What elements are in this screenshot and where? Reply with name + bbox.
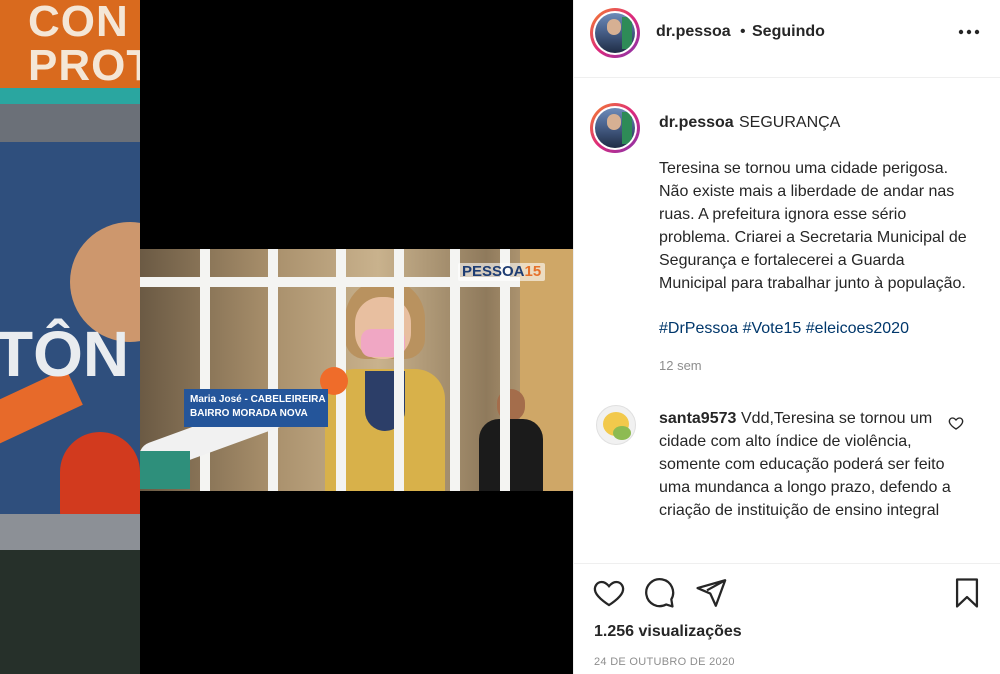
video-player[interactable]: PESSOA15 Maria José - CABELEIREIRA BAIRR… (140, 249, 573, 491)
share-paper-plane-icon[interactable] (694, 576, 728, 610)
post-date[interactable]: 24 DE OUTUBRO DE 2020 (594, 655, 735, 669)
more-options-icon[interactable] (956, 20, 982, 44)
header-username[interactable]: dr.pessoa (656, 23, 731, 41)
caption-title: SEGURANÇA (739, 114, 841, 131)
background-blue-band: TÔN (0, 142, 140, 552)
header-separator: • (740, 23, 746, 40)
caption-username[interactable]: dr.pessoa (659, 113, 734, 133)
post-actions: 1.256 visualizações 24 DE OUTUBRO DE 202… (574, 563, 1000, 674)
comment-like-heart-icon[interactable] (948, 415, 964, 431)
profile-picture (595, 108, 635, 148)
following-button[interactable]: Seguindo (752, 23, 825, 41)
comment-username[interactable]: santa9573 (659, 407, 736, 430)
previous-post-background: CON PROT TÔN (0, 0, 140, 674)
caption-hashtags[interactable]: #DrPessoa #Vote15 #eleicoes2020 (659, 317, 969, 340)
commenter-avatar[interactable] (596, 405, 636, 445)
caption-time[interactable]: 12 sem (659, 358, 702, 374)
save-bookmark-icon[interactable] (950, 576, 984, 610)
background-orange-band: CON PROT (0, 0, 140, 90)
background-text-mid: TÔN (0, 318, 130, 390)
background-teal-band (0, 88, 140, 104)
like-heart-icon[interactable] (592, 576, 626, 610)
author-avatar[interactable] (590, 8, 640, 58)
caption-author-avatar[interactable] (590, 103, 640, 153)
video-logo: PESSOA15 (458, 263, 546, 281)
video-scene-gate-bars (140, 249, 573, 491)
comments-section[interactable]: dr.pessoa SEGURANÇA Teresina se tornou u… (574, 79, 1000, 563)
video-lower-third: Maria José - CABELEIREIRA BAIRRO MORADA … (184, 389, 328, 427)
background-dark-band (0, 550, 140, 674)
background-lightgrey-band (0, 514, 140, 550)
video-caption-name: Maria José - CABELEIREIRA (190, 394, 326, 405)
profile-picture (595, 13, 635, 53)
post-header: dr.pessoa • Seguindo (574, 0, 1000, 78)
background-text-top: CON PROT (28, 0, 140, 90)
post-sidebar: dr.pessoa • Seguindo dr.pessoa SEGURANÇA… (573, 0, 1000, 674)
video-scene-sleeve (140, 451, 190, 489)
caption-text: Teresina se tornou uma cidade perigosa. … (659, 160, 967, 292)
comment-bubble-icon[interactable] (642, 576, 676, 610)
background-grey-band (0, 104, 140, 142)
post-media[interactable]: PESSOA15 Maria José - CABELEIREIRA BAIRR… (140, 0, 573, 674)
view-count[interactable]: 1.256 visualizações (594, 622, 742, 642)
video-caption-place: BAIRRO MORADA NOVA (190, 408, 308, 419)
